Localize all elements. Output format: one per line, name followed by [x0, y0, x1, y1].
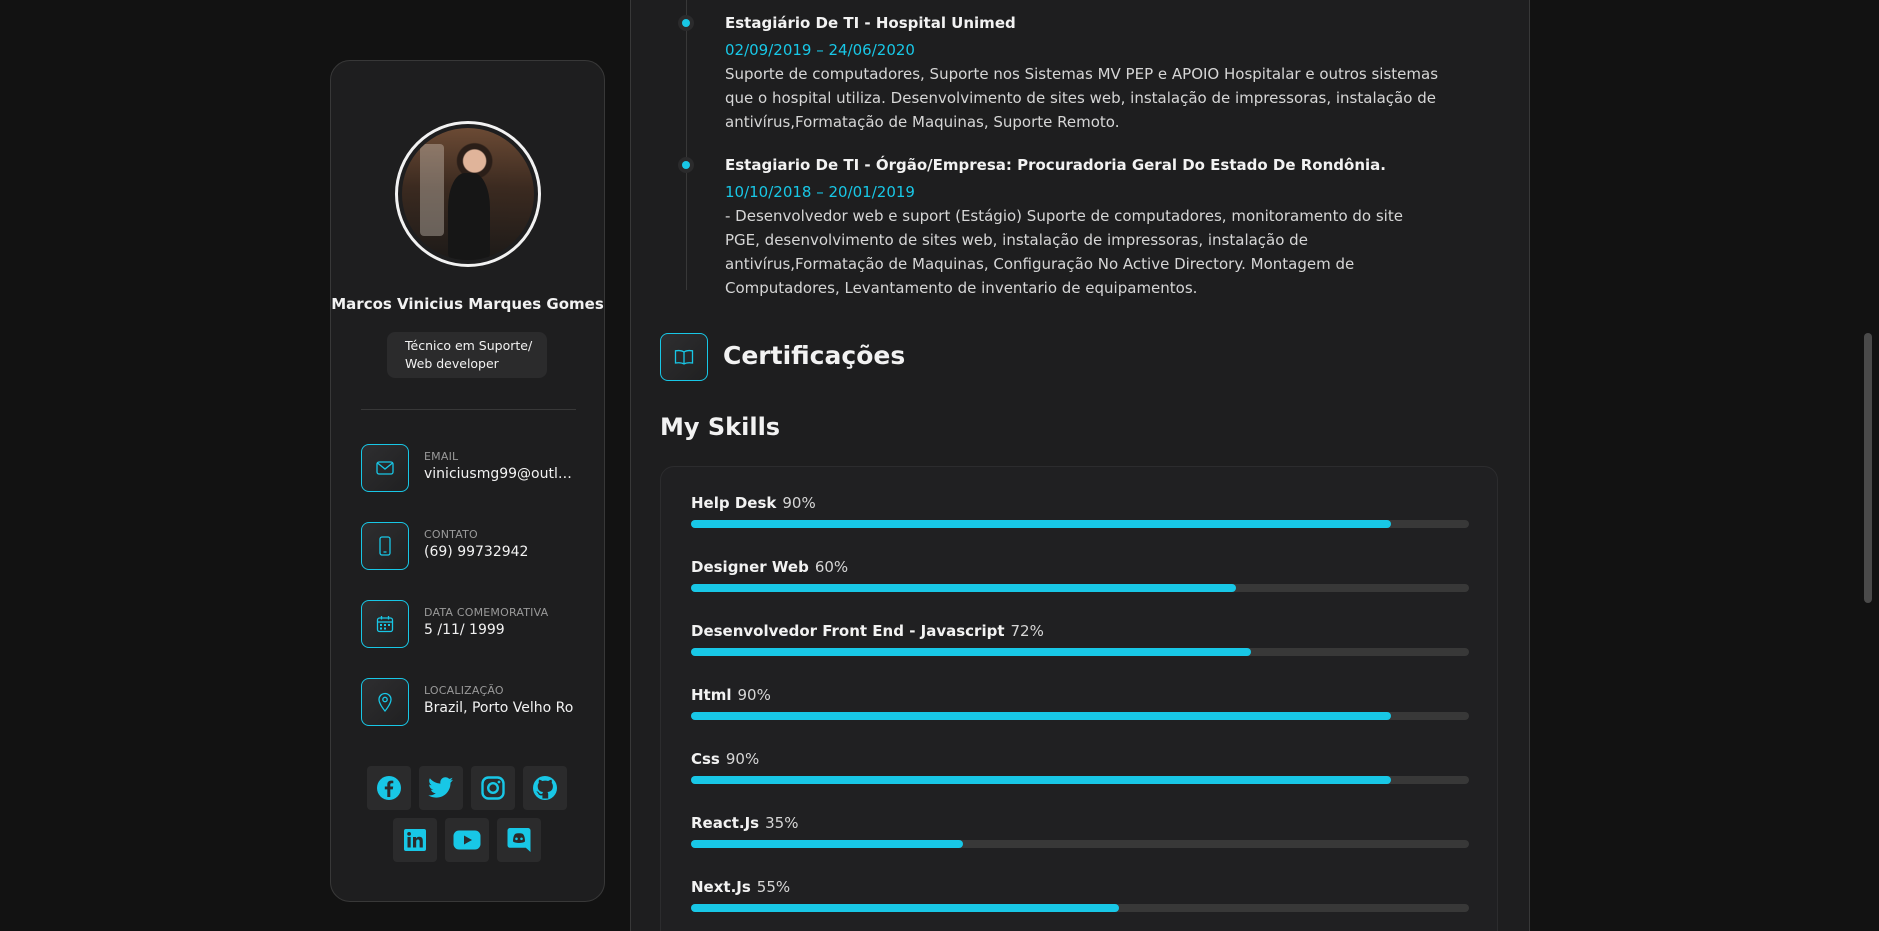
experience-item: Estagiário De TI - Hospital Unimed 02/09… — [725, 14, 1445, 134]
skill-item: Html 90% — [691, 685, 1469, 720]
skill-item: Help Desk 90% — [691, 493, 1469, 528]
experience-title: Estagiário De TI - Hospital Unimed — [725, 14, 1016, 32]
contact-email-value[interactable]: viniciusmg99@outlook.com — [424, 466, 579, 482]
experience-description: - Desenvolvedor web e suport (Estágio) S… — [725, 204, 1445, 300]
contact-email-label: EMAIL — [424, 450, 459, 463]
experience-description-line: que o hospital utiliza. Desenvolvimento … — [725, 89, 1436, 107]
skill-name: Desenvolvedor Front End - Javascript — [691, 622, 1005, 640]
contact-birthday-label: DATA COMEMORATIVA — [424, 606, 549, 619]
contact-location-label: LOCALIZAÇÃO — [424, 684, 504, 697]
skill-percent: 55% — [756, 878, 791, 896]
location-pin-icon — [361, 678, 409, 726]
contact-birthday: DATA COMEMORATIVA 5 /11/ 1999 — [361, 600, 601, 648]
experience-description-line: PGE, desenvolvimento de sites web, insta… — [725, 231, 1308, 249]
skill-name: Html — [691, 686, 732, 704]
github-icon[interactable] — [523, 766, 567, 810]
skill-name: Designer Web — [691, 558, 809, 576]
contact-phone-label: CONTATO — [424, 528, 478, 541]
skill-progress-fill — [691, 904, 1119, 912]
experience-description: Suporte de computadores, Suporte nos Sis… — [725, 62, 1445, 134]
skill-progress-track — [691, 520, 1469, 528]
skill-progress-fill — [691, 776, 1392, 784]
skill-progress-track — [691, 584, 1469, 592]
profile-name: Marcos Vinicius Marques Gomes — [331, 295, 604, 313]
experience-date: 10/10/2018 – 20/01/2019 — [725, 183, 915, 201]
contact-email: EMAIL viniciusmg99@outlook.com — [361, 444, 601, 492]
profile-title-badge: Técnico em Suporte/ Web developer — [387, 332, 547, 378]
skill-progress-track — [691, 840, 1469, 848]
timeline-dot — [678, 15, 694, 31]
sidebar-divider — [361, 409, 576, 410]
twitter-icon[interactable] — [419, 766, 463, 810]
skill-progress-fill — [691, 712, 1392, 720]
contact-location-value: Brazil, Porto Velho Ro — [424, 700, 574, 716]
skill-name: React.Js — [691, 814, 760, 832]
experience-description-line: antivírus,Formatação de Maquinas, Config… — [725, 255, 1355, 273]
calendar-icon — [361, 600, 409, 648]
experience-description-line: Computadores, Levantamento de inventario… — [725, 279, 1198, 297]
instagram-icon[interactable] — [471, 766, 515, 810]
skill-item: Css 90% — [691, 749, 1469, 784]
avatar — [402, 128, 534, 260]
experience-description-line: - Desenvolvedor web e suport (Estágio) S… — [725, 207, 1403, 225]
skill-name: Help Desk — [691, 494, 777, 512]
certifications-title: Certificações — [723, 341, 906, 370]
contact-birthday-value: 5 /11/ 1999 — [424, 622, 505, 638]
skill-progress-track — [691, 648, 1469, 656]
timeline-line — [686, 0, 687, 290]
contact-phone-value[interactable]: (69) 99732942 — [424, 544, 579, 560]
skill-progress-track — [691, 712, 1469, 720]
page-scrollbar[interactable] — [1864, 333, 1872, 603]
skill-progress-fill — [691, 584, 1236, 592]
facebook-icon[interactable] — [367, 766, 411, 810]
skill-percent: 35% — [765, 814, 799, 832]
timeline-dot — [678, 157, 694, 173]
skill-percent: 90% — [782, 494, 816, 512]
skill-name: Css — [691, 750, 720, 768]
mail-icon — [361, 444, 409, 492]
contact-location: LOCALIZAÇÃO Brazil, Porto Velho Ro — [361, 678, 601, 726]
skills-card: Help Desk 90% Designer Web 60% Desenvolvedor… — [660, 466, 1498, 931]
avatar-frame — [395, 121, 541, 267]
book-icon — [660, 333, 708, 381]
profile-title-line2: Web developer — [405, 356, 499, 371]
experience-item: Estagiario De TI - Órgão/Empresa: Procur… — [725, 156, 1445, 300]
skill-item: React.Js 35% — [691, 813, 1469, 848]
page: Marcos Vinicius Marques Gomes Técnico em… — [0, 0, 1879, 931]
skill-item: Designer Web 60% — [691, 557, 1469, 592]
skill-item: Desenvolvedor Front End - Javascript 72% — [691, 621, 1469, 656]
skill-progress-fill — [691, 648, 1252, 656]
linkedin-icon[interactable] — [393, 818, 437, 862]
skill-percent: 60% — [814, 558, 849, 576]
experience-description-line: antivírus,Formatação de Maquinas, Suport… — [725, 113, 1120, 131]
skill-percent: 90% — [737, 686, 771, 704]
contact-phone: CONTATO (69) 99732942 — [361, 522, 601, 570]
experience-description-line: Suporte de computadores, Suporte nos Sis… — [725, 65, 1439, 83]
youtube-icon[interactable] — [445, 818, 489, 862]
skill-progress-fill — [691, 520, 1392, 528]
phone-icon — [361, 522, 409, 570]
sidebar-card: Marcos Vinicius Marques Gomes Técnico em… — [330, 60, 605, 902]
skill-percent: 72% — [1010, 622, 1044, 640]
skill-progress-fill — [691, 840, 964, 848]
skill-percent: 90% — [725, 750, 760, 768]
skill-name: Next.Js — [691, 878, 751, 896]
skills-heading: My Skills — [660, 413, 781, 441]
profile-title-line1: Técnico em Suporte/ — [405, 338, 533, 353]
skill-progress-track — [691, 776, 1469, 784]
skill-progress-track — [691, 904, 1469, 912]
experience-date: 02/09/2019 – 24/06/2020 — [725, 41, 915, 59]
experience-title: Estagiario De TI - Órgão/Empresa: Procur… — [725, 156, 1386, 174]
skill-item: Next.Js 55% — [691, 877, 1469, 912]
discord-icon[interactable] — [497, 818, 541, 862]
